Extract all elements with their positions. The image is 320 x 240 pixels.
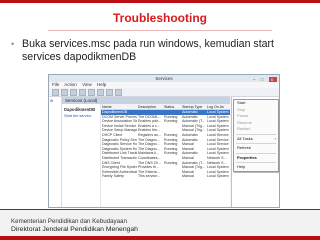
table-cell: This service...: [138, 174, 161, 179]
title-divider: [48, 30, 272, 31]
menu-file[interactable]: File: [52, 82, 59, 87]
context-menu-item-all-tasks[interactable]: All Tasks ›: [234, 136, 278, 143]
top-accent-line: [0, 0, 320, 3]
bullet-text: Buka services.msc pada run windows, kemu…: [22, 38, 275, 63]
context-menu-label: Start: [237, 100, 246, 105]
console-tree: ⚙: [49, 97, 62, 207]
context-menu-label: Pause: [237, 113, 249, 118]
menu-action[interactable]: Action: [64, 82, 77, 87]
services-panel: Services (Local) DapodikmenDB Start the …: [62, 97, 230, 207]
context-menu-item-refresh[interactable]: Refresh: [234, 145, 278, 152]
context-menu-label: Properties: [237, 154, 257, 160]
table-cell: Network S...: [207, 155, 227, 160]
services-table: Name Description Status Startup Type Log…: [101, 104, 230, 179]
bullet-dot-icon: •: [11, 39, 15, 49]
forward-icon[interactable]: [61, 88, 68, 96]
context-menu-item-help[interactable]: Help: [234, 164, 278, 171]
context-menu-item-properties[interactable]: Properties: [234, 155, 278, 162]
table-cell: Local Service: [207, 132, 229, 137]
selected-service-name: DapodikmenDB: [64, 107, 96, 112]
context-menu-label: Resume: [237, 119, 252, 125]
tree-item-services[interactable]: ⚙: [50, 99, 53, 103]
menu-separator: [236, 143, 276, 144]
actions-pane: Start Stop Pause Resume Restart All Tasks › Ref…: [231, 97, 279, 207]
services-window: Services – □ x File Action View Help ⚙ S…: [48, 74, 280, 208]
submenu-arrow-icon: ›: [274, 135, 276, 141]
start-service-link[interactable]: Start the service: [64, 114, 91, 118]
table-cell: Distributed Transaction Co...: [102, 155, 137, 160]
footer-accent-bar: [0, 236, 320, 240]
context-menu-label: Help: [237, 164, 246, 169]
close-icon[interactable]: x: [268, 77, 277, 82]
menu-separator: [236, 162, 276, 163]
export-icon[interactable]: [88, 88, 95, 96]
play-icon[interactable]: [106, 88, 113, 96]
back-icon[interactable]: [52, 88, 59, 96]
menu-separator: [236, 152, 276, 154]
table-cell: Manual: [182, 174, 194, 179]
service-detail-pane: DapodikmenDB Start the service: [62, 104, 101, 207]
window-titlebar: Services – □ x: [49, 75, 279, 82]
menu-help[interactable]: Help: [97, 82, 106, 87]
table-cell: Coordinates...: [138, 155, 161, 160]
table-cell: [163, 174, 181, 179]
window-controls: – □ x: [253, 76, 277, 83]
show-tree-icon[interactable]: [70, 88, 77, 96]
context-menu-label: Refresh: [237, 145, 252, 150]
context-menu-label: Stop: [237, 106, 246, 112]
context-menu-label: Restart: [237, 126, 250, 131]
table-row[interactable]: Family Safety This service... Manual Local …: [101, 174, 230, 179]
help-icon[interactable]: [97, 88, 104, 96]
footer-ministry: Kementerian Pendidikan dan Kebudayaan: [11, 218, 127, 225]
context-menu-label: All Tasks: [237, 135, 253, 141]
table-cell: Local System: [207, 174, 229, 179]
context-menu: Start Stop Pause Resume Restart All Tasks › Ref…: [233, 99, 279, 172]
table-row[interactable]: DHCP Client Registers an... Running Automat…: [101, 133, 230, 138]
minimize-maximize-icon[interactable]: – □: [253, 77, 265, 82]
table-cell: Local System: [206, 109, 230, 115]
stop-icon[interactable]: [115, 88, 122, 96]
table-cell: Family Safety: [102, 174, 124, 179]
context-menu-item-restart: Restart: [234, 126, 278, 133]
toolbar: [49, 88, 279, 97]
table-cell: Registers an...: [138, 132, 162, 137]
footer-directorate: Direktorat Jenderal Pendidikan Menengah: [11, 226, 138, 233]
window-title: Services: [155, 76, 173, 81]
refresh-icon[interactable]: [79, 88, 86, 96]
footer-divider: [0, 209, 320, 210]
menu-separator: [236, 133, 276, 135]
menu-view[interactable]: View: [82, 82, 92, 87]
panel-header: Services (Local): [62, 97, 230, 104]
slide-title: Troubleshooting: [113, 11, 207, 25]
